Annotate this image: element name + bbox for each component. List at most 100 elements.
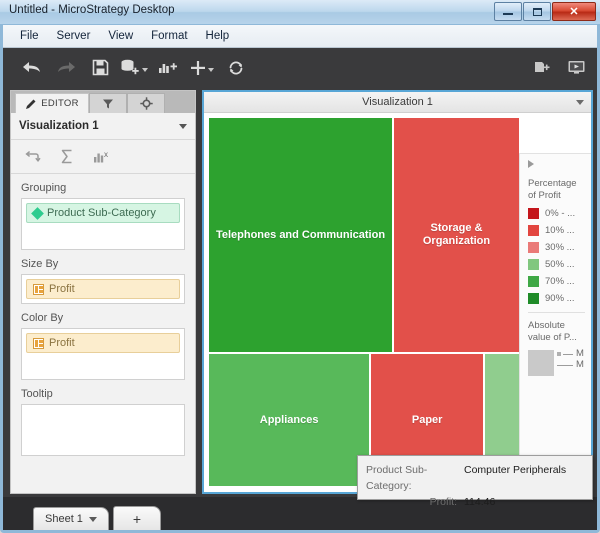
legend-entry[interactable]: 70% ... bbox=[528, 276, 585, 287]
chip-label: Product Sub-Category bbox=[47, 207, 156, 219]
chip-product-sub-category[interactable]: Product Sub-Category bbox=[26, 203, 180, 223]
tooltip-value: 114.46 bbox=[464, 496, 496, 508]
legend-entry[interactable]: 90% ... bbox=[528, 293, 585, 304]
treemap-cell-label: Telephones and Communication bbox=[215, 228, 386, 241]
undo-icon bbox=[23, 61, 40, 72]
legend-color-swatch bbox=[528, 276, 539, 287]
sheet-tab-sheet-1[interactable]: Sheet 1 bbox=[33, 507, 109, 530]
legend-size-callouts: M M bbox=[557, 348, 585, 378]
refresh-button[interactable] bbox=[219, 53, 253, 83]
visualization-header: Visualization 1 bbox=[204, 92, 591, 113]
chart-settings-button[interactable]: x bbox=[87, 145, 115, 169]
size-by-dropzone[interactable]: Profit bbox=[21, 274, 185, 304]
add-sheet-button[interactable]: + bbox=[112, 506, 161, 530]
save-button[interactable] bbox=[83, 53, 117, 83]
legend-entry-label: 50% ... bbox=[545, 259, 575, 270]
visualization-selector-label: Visualization 1 bbox=[19, 120, 99, 132]
presentation-mode-button[interactable] bbox=[559, 53, 593, 83]
legend-color-swatch bbox=[528, 259, 539, 270]
add-icon bbox=[191, 60, 205, 75]
main-toolbar bbox=[3, 48, 597, 87]
legend-color-swatch bbox=[528, 225, 539, 236]
add-data-button[interactable] bbox=[117, 53, 151, 83]
filter-icon bbox=[103, 99, 113, 108]
legend-entry-label: 0% - ... bbox=[545, 208, 576, 219]
redo-button[interactable] bbox=[49, 53, 83, 83]
legend-size-leader-1 bbox=[563, 354, 573, 355]
tab-editor[interactable]: EDITOR bbox=[15, 93, 89, 113]
legend-color-swatch bbox=[528, 208, 539, 219]
chip-profit-color[interactable]: Profit bbox=[26, 333, 180, 353]
refresh-icon bbox=[229, 61, 243, 74]
undo-button[interactable] bbox=[15, 53, 49, 83]
legend-entry[interactable]: 10% ... bbox=[528, 225, 585, 236]
editor-panel: EDITOR Visualization 1 x Grouping Produc… bbox=[10, 90, 196, 494]
tab-filters[interactable] bbox=[89, 93, 127, 113]
treemap-cell[interactable]: Storage & Organization bbox=[393, 117, 520, 354]
sheet-tab-label: Sheet 1 bbox=[45, 513, 83, 525]
tab-properties[interactable] bbox=[127, 93, 165, 113]
menu-item-server[interactable]: Server bbox=[48, 28, 100, 44]
treemap-cell-label: Paper bbox=[411, 413, 443, 426]
totals-button[interactable] bbox=[53, 145, 81, 169]
color-by-section: Color By Profit bbox=[11, 304, 195, 380]
metric-icon bbox=[33, 337, 44, 349]
insert-visualization-button[interactable] bbox=[151, 53, 185, 83]
color-by-label: Color By bbox=[21, 312, 64, 324]
swap-rows-columns-button[interactable] bbox=[19, 145, 47, 169]
grouping-dropzone[interactable]: Product Sub-Category bbox=[21, 198, 185, 250]
legend-entry[interactable]: 30% ... bbox=[528, 242, 585, 253]
insert-visualization-icon bbox=[159, 63, 177, 73]
legend-size-label-min: M bbox=[576, 359, 584, 370]
close-button[interactable]: ✕ bbox=[552, 2, 596, 21]
visualization-body: Telephones and Communication Storage & Or… bbox=[204, 113, 591, 492]
visualization-selector[interactable]: Visualization 1 bbox=[11, 113, 195, 140]
tooltip-section: Tooltip bbox=[11, 380, 195, 456]
menu-item-view[interactable]: View bbox=[99, 28, 142, 44]
tooltip-row: Profit: 114.46 bbox=[366, 494, 584, 510]
maximize-button[interactable] bbox=[523, 2, 551, 21]
tab-editor-label: EDITOR bbox=[41, 98, 79, 109]
chevron-down-icon bbox=[142, 68, 148, 72]
menu-item-help[interactable]: Help bbox=[197, 28, 239, 44]
legend-color-swatch bbox=[528, 242, 539, 253]
legend-size-title: Absolute value of P... bbox=[528, 320, 577, 343]
menu-bar: File Server View Format Help bbox=[3, 25, 597, 48]
tooltip-key: Product Sub-Category: bbox=[366, 464, 428, 492]
legend-entry[interactable]: 0% - ... bbox=[528, 208, 585, 219]
menu-item-file[interactable]: File bbox=[11, 28, 48, 44]
treemap-chart[interactable]: Telephones and Communication Storage & Or… bbox=[208, 117, 520, 487]
legend-panel: Percentage of Profit 0% - ... 10% ... 30% … bbox=[519, 153, 591, 458]
menu-item-format[interactable]: Format bbox=[142, 28, 196, 44]
tooltip-label: Tooltip bbox=[21, 388, 53, 400]
visualization-title: Visualization 1 bbox=[362, 96, 433, 108]
tooltip-value: Computer Peripherals bbox=[464, 464, 567, 476]
chevron-down-icon[interactable] bbox=[88, 516, 97, 522]
chip-profit-size[interactable]: Profit bbox=[26, 279, 180, 299]
share-button[interactable] bbox=[525, 53, 559, 83]
tooltip-row: Product Sub-Category: Computer Periphera… bbox=[366, 462, 584, 494]
treemap-cell[interactable]: Appliances bbox=[208, 353, 371, 487]
minimize-button[interactable] bbox=[494, 2, 522, 21]
work-area: EDITOR Visualization 1 x Grouping Produc… bbox=[3, 87, 597, 497]
presentation-icon bbox=[568, 61, 584, 74]
treemap-cell[interactable]: Telephones and Communication bbox=[208, 117, 394, 354]
legend-entry[interactable]: 50% ... bbox=[528, 259, 585, 270]
chevron-down-icon[interactable] bbox=[576, 100, 584, 105]
legend-color-entries: 0% - ... 10% ... 30% ... 50% ... 70% ... 90% … bbox=[528, 208, 585, 304]
window-title: Untitled - MicroStrategy Desktop bbox=[9, 4, 175, 16]
legend-size-marker-small bbox=[557, 352, 561, 356]
color-by-dropzone[interactable]: Profit bbox=[21, 328, 185, 380]
grouping-section: Grouping Product Sub-Category bbox=[11, 174, 195, 250]
legend-divider bbox=[528, 312, 585, 313]
legend-collapse-button[interactable] bbox=[528, 160, 534, 168]
add-data-icon bbox=[121, 59, 139, 75]
chevron-down-icon bbox=[208, 68, 214, 72]
legend-size-label-max: M bbox=[576, 348, 584, 359]
legend-entry-label: 30% ... bbox=[545, 242, 575, 253]
tooltip-dropzone[interactable] bbox=[21, 404, 185, 456]
legend-entry-label: 90% ... bbox=[545, 293, 575, 304]
legend-color-swatch bbox=[528, 293, 539, 304]
add-button[interactable] bbox=[185, 53, 219, 83]
legend-entry-label: 10% ... bbox=[545, 225, 575, 236]
